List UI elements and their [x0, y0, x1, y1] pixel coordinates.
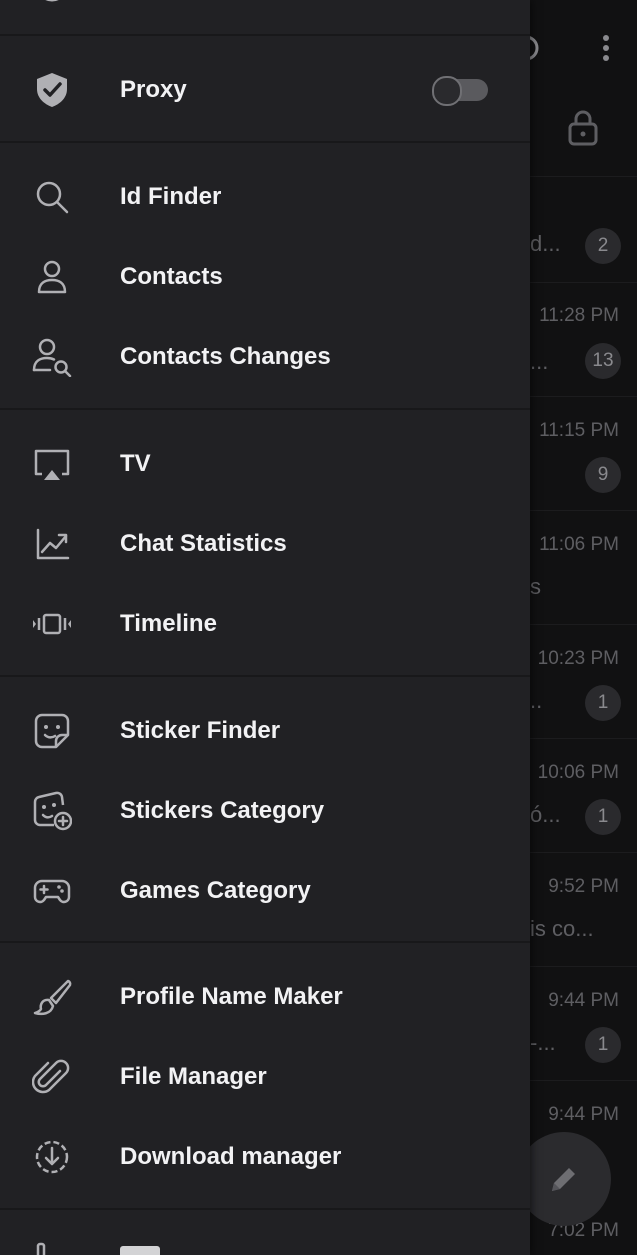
- sticker-icon: [32, 711, 72, 751]
- unread-badge: 1: [585, 685, 621, 721]
- chat-snippet: ...: [530, 349, 549, 374]
- menu-item-label: Games Category: [120, 877, 311, 904]
- chat-row-7[interactable]: 9:52 PM is co...: [530, 876, 637, 956]
- chat-time: 11:28 PM: [539, 305, 619, 326]
- section-divider: [0, 1208, 530, 1210]
- navigation-drawer: Proxy Id Finder Contacts Contacts Change…: [0, 0, 530, 1255]
- menu-item-label: Contacts Changes: [120, 343, 331, 370]
- chat-row-10[interactable]: 7:02 PM: [530, 1220, 637, 1254]
- section-divider: [0, 141, 530, 143]
- chat-time: 9:52 PM: [548, 876, 619, 897]
- chat-time: 9:44 PM: [548, 1104, 619, 1125]
- person-icon: [32, 257, 72, 297]
- more-vertical-icon[interactable]: [594, 28, 618, 68]
- menu-item-label: File Manager: [120, 1063, 267, 1090]
- menu-item-profile-name-maker[interactable]: Profile Name Maker: [0, 957, 530, 1037]
- brush-icon: [32, 977, 72, 1017]
- partial-icon: [45, 0, 59, 2]
- menu-item-contacts[interactable]: Contacts: [0, 237, 530, 317]
- toggle-knob: [432, 76, 462, 106]
- section-divider: [0, 941, 530, 943]
- menu-item-label: Profile Name Maker: [120, 983, 343, 1010]
- menu-item-label: Timeline: [120, 610, 217, 637]
- unread-badge: 1: [585, 1027, 621, 1063]
- chart-up-icon: [32, 524, 72, 564]
- menu-item-id-finder[interactable]: Id Finder: [0, 157, 530, 237]
- airplay-icon: [32, 444, 72, 484]
- menu-item-label: Chat Statistics: [120, 530, 287, 557]
- chat-time: 11:06 PM: [539, 534, 619, 555]
- search-icon: [32, 177, 72, 217]
- menu-item-label: Contacts: [120, 263, 223, 290]
- chat-time: 10:06 PM: [537, 762, 619, 783]
- menu-item-stickers-category[interactable]: Stickers Category: [0, 771, 530, 851]
- menu-item-contacts-changes[interactable]: Contacts Changes: [0, 317, 530, 397]
- menu-item-download-manager[interactable]: Download manager: [0, 1117, 530, 1197]
- paperclip-icon: [31, 1057, 72, 1097]
- unread-badge: 2: [585, 228, 621, 264]
- section-divider: [0, 34, 530, 36]
- chat-snippet: s: [530, 574, 541, 599]
- menu-item-label: Sticker Finder: [120, 717, 281, 744]
- unread-badge: 9: [585, 457, 621, 493]
- partial-label: [120, 1246, 180, 1255]
- chat-row-1[interactable]: d... 2: [530, 225, 637, 275]
- shield-check-icon: [32, 70, 72, 110]
- menu-item-file-manager[interactable]: File Manager: [0, 1037, 530, 1117]
- chat-snippet: d...: [530, 231, 561, 256]
- proxy-toggle[interactable]: [432, 76, 490, 106]
- menu-item-proxy[interactable]: Proxy: [0, 50, 530, 130]
- chat-time: 11:15 PM: [539, 420, 619, 441]
- chat-time: 9:44 PM: [548, 990, 619, 1011]
- unread-badge: 1: [585, 799, 621, 835]
- chat-snippet: is co...: [530, 916, 594, 941]
- menu-item-timeline[interactable]: Timeline: [0, 584, 530, 664]
- menu-item-label: Download manager: [120, 1143, 342, 1170]
- menu-item-sticker-finder[interactable]: Sticker Finder: [0, 691, 530, 771]
- chat-row-8[interactable]: 9:44 PM -... 1: [530, 990, 637, 1070]
- chat-snippet: -...: [530, 1030, 556, 1055]
- sticker-add-icon: [32, 791, 73, 831]
- unread-badge: 13: [585, 343, 621, 379]
- chat-row-2[interactable]: 11:28 PM ... 13: [530, 305, 637, 385]
- gamepad-icon: [32, 871, 72, 911]
- chat-row-5[interactable]: 10:23 PM .. 1: [530, 648, 637, 728]
- partial-icon: [36, 1242, 46, 1255]
- compose-button[interactable]: [517, 1132, 611, 1226]
- lock-icon[interactable]: [566, 108, 600, 148]
- menu-item-label: Id Finder: [120, 183, 222, 210]
- chat-time: 10:23 PM: [537, 648, 619, 669]
- pencil-icon: [552, 1168, 575, 1191]
- menu-item-games-category[interactable]: Games Category: [0, 851, 530, 931]
- menu-item-chat-statistics[interactable]: Chat Statistics: [0, 504, 530, 584]
- chat-snippet: ..: [530, 688, 543, 713]
- chat-snippet: ó...: [530, 802, 561, 827]
- menu-item-label: Proxy: [120, 76, 187, 103]
- download-circle-icon: [32, 1137, 72, 1177]
- menu-item-tv[interactable]: TV: [0, 424, 530, 504]
- timeline-icon: [32, 604, 72, 644]
- menu-item-label: Stickers Category: [120, 797, 325, 824]
- chat-row-4[interactable]: 11:06 PM s: [530, 534, 637, 614]
- chat-row-3[interactable]: 11:15 PM 9: [530, 420, 637, 500]
- section-divider: [0, 408, 530, 410]
- person-search-icon: [32, 337, 72, 378]
- section-divider: [0, 675, 530, 677]
- chat-row-6[interactable]: 10:06 PM ó... 1: [530, 762, 637, 842]
- menu-item-label: TV: [120, 450, 151, 477]
